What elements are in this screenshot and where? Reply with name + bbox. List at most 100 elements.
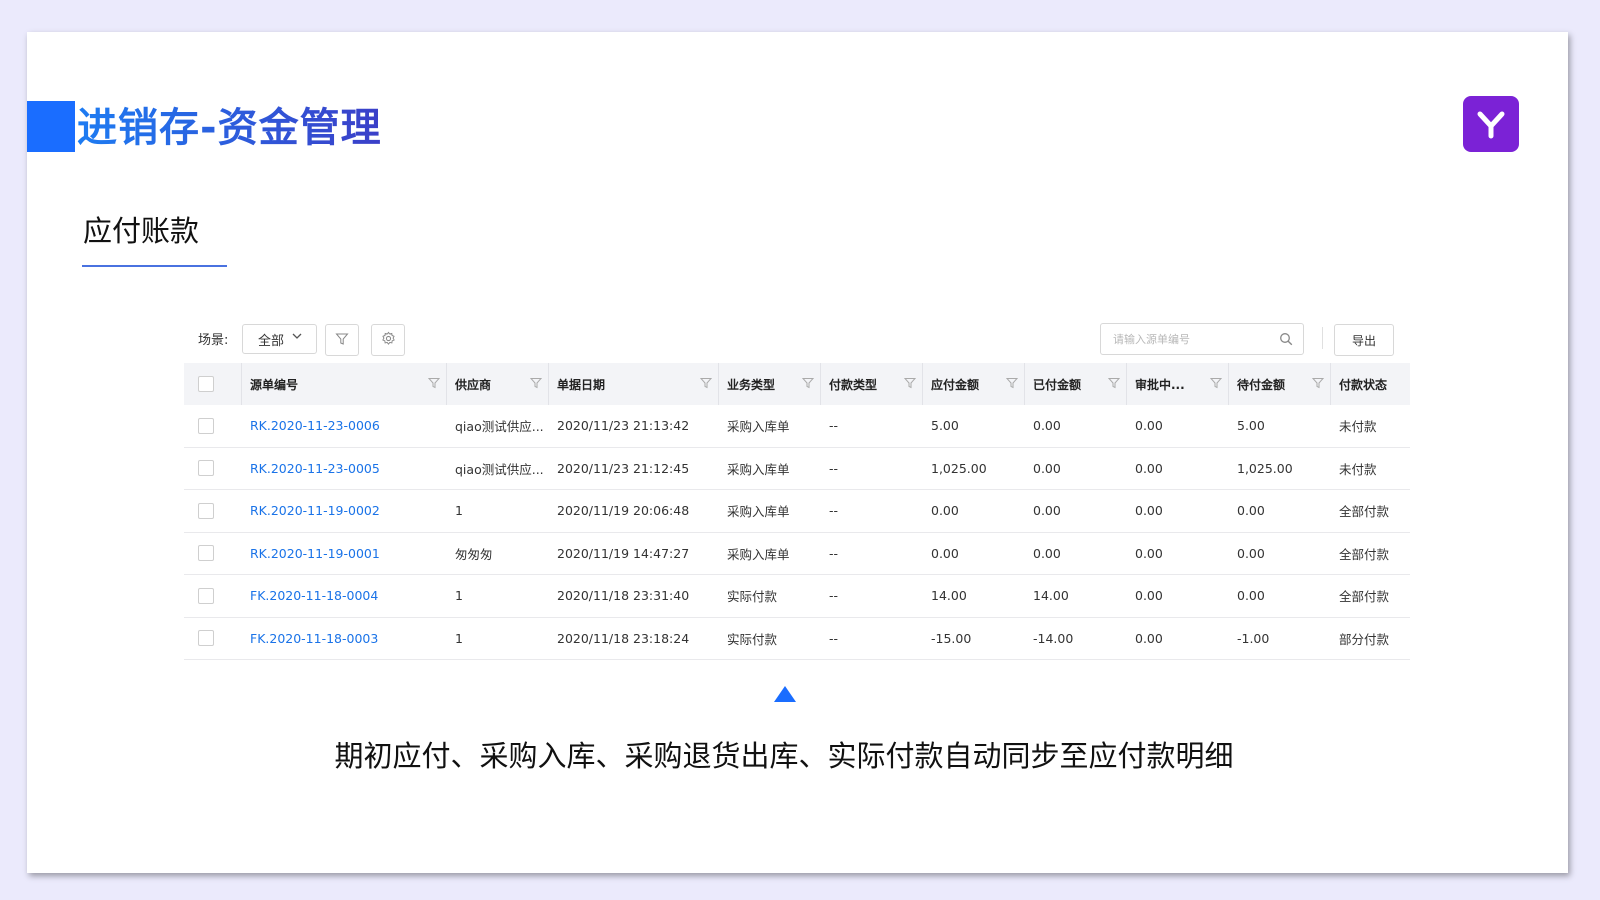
table-row: RK.2020-11-23-0005 qiao测试供应... 2020/11/2…	[184, 448, 1410, 490]
row-checkbox[interactable]	[198, 630, 214, 647]
to-pay-amount-cell: 0.00	[1237, 588, 1265, 604]
table-header: 源单编号 供应商 单据日期 业务类型 付款类型 应付金额 已付金额 审批中...…	[184, 363, 1410, 405]
table-row: FK.2020-11-18-0003 1 2020/11/18 23:18:24…	[184, 618, 1410, 660]
row-checkbox-cell	[184, 448, 242, 490]
payment-type-cell: --	[829, 545, 839, 561]
settings-button[interactable]	[371, 324, 405, 356]
payable-amount-cell: 0.00	[931, 503, 959, 519]
payment-type-cell: --	[829, 460, 839, 476]
source-number-link[interactable]: FK.2020-11-18-0003	[242, 618, 447, 660]
filter-icon[interactable]	[1005, 377, 1019, 392]
select-all-checkbox[interactable]	[198, 376, 214, 392]
row-checkbox[interactable]	[198, 502, 214, 519]
to-pay-amount-cell: 1,025.00	[1237, 460, 1293, 476]
export-button[interactable]: 导出	[1334, 324, 1394, 356]
toolbar-divider	[1322, 327, 1323, 349]
supplier-cell: 匆匆匆	[455, 546, 493, 562]
filter-button[interactable]	[325, 324, 359, 356]
payable-amount-cell: 14.00	[931, 588, 967, 604]
row-checkbox-cell	[184, 405, 242, 447]
filter-icon	[335, 331, 349, 350]
business-type-cell: 采购入库单	[727, 546, 790, 562]
date-cell: 2020/11/18 23:18:24	[557, 630, 690, 646]
scene-label: 场景:	[198, 333, 229, 348]
paid-amount-cell: -14.00	[1033, 630, 1074, 646]
payment-status-cell: 未付款	[1339, 461, 1377, 477]
source-number-link[interactable]: RK.2020-11-23-0006	[242, 405, 447, 447]
table-row: FK.2020-11-18-0004 1 2020/11/18 23:31:40…	[184, 575, 1410, 618]
scene-select-value: 全部	[258, 333, 285, 349]
filter-icon[interactable]	[1107, 377, 1121, 392]
row-checkbox[interactable]	[198, 460, 214, 477]
supplier-cell: 1	[455, 630, 463, 646]
payment-status-cell: 全部付款	[1339, 589, 1390, 605]
column-header: 源单编号	[242, 363, 447, 405]
title-accent-bar	[27, 101, 75, 152]
pending-approval-cell: 0.00	[1135, 418, 1163, 434]
payables-table: 源单编号 供应商 单据日期 业务类型 付款类型 应付金额 已付金额 审批中...…	[184, 363, 1410, 660]
row-checkbox[interactable]	[198, 545, 214, 562]
row-checkbox[interactable]	[198, 417, 214, 434]
paid-amount-cell: 0.00	[1033, 418, 1061, 434]
supplier-cell: 1	[455, 503, 463, 519]
business-type-cell: 实际付款	[727, 631, 778, 647]
logo-icon	[1463, 96, 1519, 152]
filter-icon[interactable]	[801, 377, 815, 392]
row-checkbox-cell	[184, 575, 242, 617]
pending-approval-cell: 0.00	[1135, 588, 1163, 604]
column-header: 审批中...	[1127, 363, 1229, 405]
row-checkbox[interactable]	[198, 587, 214, 604]
filter-icon[interactable]	[1311, 377, 1325, 392]
date-cell: 2020/11/23 21:13:42	[557, 418, 690, 434]
pending-approval-cell: 0.00	[1135, 503, 1163, 519]
filter-icon[interactable]	[427, 377, 441, 392]
row-checkbox-cell	[184, 618, 242, 660]
source-number-link[interactable]: RK.2020-11-19-0002	[242, 490, 447, 532]
payment-type-cell: --	[829, 630, 839, 646]
business-type-cell: 采购入库单	[727, 461, 790, 477]
search-input[interactable]: 请输入源单编号	[1100, 323, 1304, 355]
payment-status-cell: 未付款	[1339, 419, 1377, 435]
select-all-cell	[184, 363, 242, 405]
filter-icon[interactable]	[1209, 377, 1223, 392]
payable-amount-cell: 0.00	[931, 545, 959, 561]
table-row: RK.2020-11-23-0006 qiao测试供应... 2020/11/2…	[184, 405, 1410, 448]
arrow-up-icon	[774, 686, 796, 702]
column-header: 已付金额	[1025, 363, 1127, 405]
payable-amount-cell: 5.00	[931, 418, 959, 434]
paid-amount-cell: 0.00	[1033, 503, 1061, 519]
pending-approval-cell: 0.00	[1135, 630, 1163, 646]
table-row: RK.2020-11-19-0001 匆匆匆 2020/11/19 14:47:…	[184, 533, 1410, 575]
business-type-cell: 采购入库单	[727, 419, 790, 435]
source-number-link[interactable]: RK.2020-11-23-0005	[242, 448, 447, 490]
date-cell: 2020/11/19 14:47:27	[557, 545, 690, 561]
filter-icon[interactable]	[699, 377, 713, 392]
payment-type-cell: --	[829, 503, 839, 519]
filter-icon[interactable]	[903, 377, 917, 392]
search-icon[interactable]	[1279, 332, 1293, 349]
date-cell: 2020/11/23 21:12:45	[557, 460, 690, 476]
payment-type-cell: --	[829, 418, 839, 434]
source-number-link[interactable]: FK.2020-11-18-0004	[242, 575, 447, 617]
to-pay-amount-cell: 0.00	[1237, 545, 1265, 561]
pending-approval-cell: 0.00	[1135, 545, 1163, 561]
supplier-cell: 1	[455, 588, 463, 604]
payable-amount-cell: 1,025.00	[931, 460, 987, 476]
to-pay-amount-cell: 5.00	[1237, 418, 1265, 434]
pending-approval-cell: 0.00	[1135, 460, 1163, 476]
search-placeholder: 请输入源单编号	[1113, 333, 1190, 346]
source-number-link[interactable]: RK.2020-11-19-0001	[242, 533, 447, 575]
row-checkbox-cell	[184, 533, 242, 575]
payment-type-cell: --	[829, 588, 839, 604]
column-header: 付款类型	[821, 363, 923, 405]
business-type-cell: 采购入库单	[727, 504, 790, 520]
paid-amount-cell: 14.00	[1033, 588, 1069, 604]
scene-select[interactable]: 全部	[242, 324, 317, 354]
table-row: RK.2020-11-19-0002 1 2020/11/19 20:06:48…	[184, 490, 1410, 533]
paid-amount-cell: 0.00	[1033, 545, 1061, 561]
date-cell: 2020/11/19 20:06:48	[557, 503, 690, 519]
filter-icon[interactable]	[529, 377, 543, 392]
to-pay-amount-cell: 0.00	[1237, 503, 1265, 519]
section-underline	[82, 265, 227, 267]
date-cell: 2020/11/18 23:31:40	[557, 588, 690, 604]
